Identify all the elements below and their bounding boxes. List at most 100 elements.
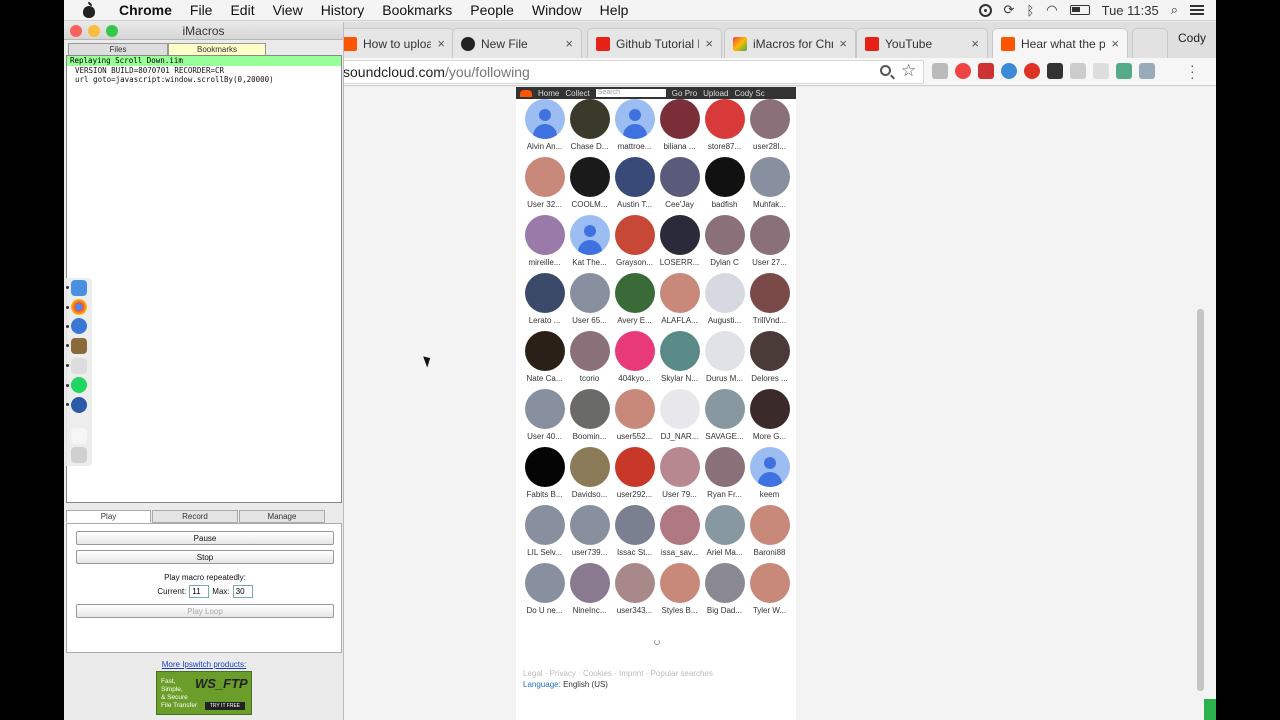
username[interactable]: Austin T...: [617, 200, 652, 209]
upload-link[interactable]: Upload: [703, 89, 728, 98]
bluetooth-icon[interactable]: ᛒ: [1026, 3, 1034, 18]
username[interactable]: Augusti...: [708, 316, 741, 325]
username[interactable]: user739...: [572, 548, 608, 557]
avatar[interactable]: [659, 505, 700, 545]
avatar[interactable]: [614, 99, 655, 139]
current-field[interactable]: [189, 585, 210, 598]
zoom-window-icon[interactable]: [106, 25, 118, 37]
username[interactable]: badfish: [712, 200, 738, 209]
close-icon[interactable]: ×: [565, 36, 573, 51]
extension-icon[interactable]: [1001, 63, 1017, 79]
spotify-icon[interactable]: [71, 377, 87, 393]
followed-user[interactable]: Big Dad...: [702, 563, 747, 621]
username[interactable]: Kat The...: [572, 258, 607, 267]
close-icon[interactable]: ×: [839, 36, 847, 51]
tab-youtube[interactable]: YouTube ×: [856, 28, 988, 58]
username[interactable]: DJ_NAR...: [661, 432, 699, 441]
spotlight-search-icon[interactable]: ⌕: [1171, 2, 1178, 18]
username[interactable]: TrillVnd...: [753, 316, 787, 325]
profile-button[interactable]: Cody: [1178, 31, 1206, 45]
username[interactable]: Dylan C: [710, 258, 738, 267]
username[interactable]: biliana ...: [663, 142, 695, 151]
username[interactable]: Tyler W...: [753, 606, 786, 615]
followed-user[interactable]: TrillVnd...: [747, 273, 792, 331]
username[interactable]: user552...: [617, 432, 653, 441]
avatar[interactable]: [704, 99, 745, 139]
username[interactable]: User 79...: [662, 490, 697, 499]
avatar[interactable]: [569, 157, 610, 197]
username[interactable]: Ryan Fr...: [707, 490, 742, 499]
close-icon[interactable]: ×: [971, 36, 979, 51]
avatar[interactable]: [569, 563, 610, 603]
avatar[interactable]: [659, 99, 700, 139]
username[interactable]: COOLM...: [571, 200, 607, 209]
followed-user[interactable]: Durus M...: [702, 331, 747, 389]
avatar[interactable]: [704, 563, 745, 603]
username[interactable]: Boomin...: [573, 432, 607, 441]
avatar[interactable]: [659, 215, 700, 255]
apple-menu-icon[interactable]: [82, 2, 96, 18]
notification-center-icon[interactable]: [1190, 5, 1204, 15]
followed-user[interactable]: DJ_NAR...: [657, 389, 702, 447]
followed-user[interactable]: User 65...: [567, 273, 612, 331]
followed-user[interactable]: Dylan C: [702, 215, 747, 273]
followed-user[interactable]: User 32...: [522, 157, 567, 215]
avatar[interactable]: [524, 99, 565, 139]
macro-editor[interactable]: Replaying Scroll Down.iim VERSION BUILD=…: [66, 55, 342, 503]
avatar[interactable]: [659, 563, 700, 603]
ad-cta-button[interactable]: TRY IT FREE: [205, 702, 245, 710]
editor-icon[interactable]: [71, 358, 87, 374]
username[interactable]: ALAFLA...: [661, 316, 697, 325]
max-field[interactable]: [232, 585, 253, 598]
followed-user[interactable]: user552...: [612, 389, 657, 447]
nav-collection[interactable]: Collect: [565, 89, 589, 98]
avatar[interactable]: [569, 331, 610, 371]
username[interactable]: Davidso...: [572, 490, 608, 499]
followed-user[interactable]: Baroni88: [747, 505, 792, 563]
obs-icon[interactable]: [71, 318, 87, 334]
avatar[interactable]: [524, 447, 565, 487]
avatar[interactable]: [749, 447, 790, 487]
followed-user[interactable]: NineInc...: [567, 563, 612, 621]
followed-user[interactable]: More G...: [747, 389, 792, 447]
username[interactable]: Baroni88: [753, 548, 785, 557]
followed-user[interactable]: Do U ne...: [522, 563, 567, 621]
tab-play[interactable]: Play: [66, 510, 151, 523]
menu-people[interactable]: People: [461, 2, 523, 18]
username[interactable]: Cee'Jay: [665, 200, 694, 209]
followed-user[interactable]: User 27...: [747, 215, 792, 273]
avatar[interactable]: [614, 505, 655, 545]
followed-user[interactable]: SAVAGE...: [702, 389, 747, 447]
avatar[interactable]: [569, 273, 610, 313]
username[interactable]: Ariel Ma...: [706, 548, 742, 557]
username[interactable]: Skylar N...: [661, 374, 698, 383]
followed-user[interactable]: Ryan Fr...: [702, 447, 747, 505]
followed-user[interactable]: Austin T...: [612, 157, 657, 215]
tab-manage[interactable]: Manage: [239, 510, 325, 523]
abp-icon[interactable]: [978, 63, 994, 79]
close-icon[interactable]: ×: [705, 36, 713, 51]
avatar[interactable]: [749, 99, 790, 139]
followed-user[interactable]: Chase D...: [567, 99, 612, 157]
go-pro-link[interactable]: Go Pro: [672, 89, 697, 98]
clock[interactable]: Tue 11:35: [1102, 3, 1159, 18]
followed-user[interactable]: 404kyo...: [612, 331, 657, 389]
avatar[interactable]: [704, 331, 745, 371]
followed-user[interactable]: Fabits B...: [522, 447, 567, 505]
username[interactable]: issa_sav...: [661, 548, 698, 557]
record-status-icon[interactable]: [978, 3, 992, 17]
followed-user[interactable]: Styles B...: [657, 563, 702, 621]
avatar[interactable]: [569, 389, 610, 429]
avatar[interactable]: [659, 447, 700, 487]
username[interactable]: User 40...: [527, 432, 562, 441]
extension-icon[interactable]: [1116, 63, 1132, 79]
menu-edit[interactable]: Edit: [221, 2, 263, 18]
followed-user[interactable]: user739...: [567, 505, 612, 563]
username[interactable]: tcorio: [580, 374, 600, 383]
search-icon[interactable]: [880, 65, 891, 76]
avatar[interactable]: [569, 99, 610, 139]
wifi-icon[interactable]: ◠: [1046, 2, 1057, 18]
followed-user[interactable]: tcorio: [567, 331, 612, 389]
username[interactable]: User 32...: [527, 200, 562, 209]
avatar[interactable]: [749, 505, 790, 545]
